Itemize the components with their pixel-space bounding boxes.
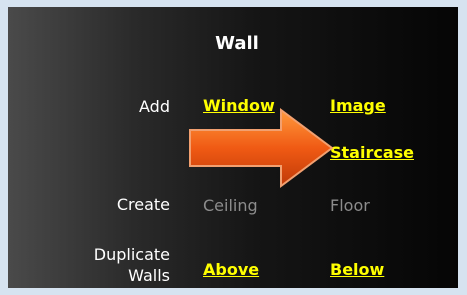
create-row-label: Create: [116, 195, 170, 214]
duplicate-walls-label-line1: Duplicate: [93, 245, 170, 264]
add-image-link[interactable]: Image: [330, 96, 386, 115]
duplicate-above-link[interactable]: Above: [203, 260, 259, 279]
orange-arrow-icon: [189, 108, 334, 188]
wall-panel: Wall Add Window Image D Staircase Create…: [8, 7, 458, 288]
duplicate-walls-label-line2: Walls: [128, 266, 170, 285]
add-staircase-link[interactable]: Staircase: [330, 143, 414, 162]
add-row-label: Add: [139, 97, 170, 116]
duplicate-below-link[interactable]: Below: [330, 260, 384, 279]
panel-title: Wall: [215, 33, 259, 54]
create-ceiling-option: Ceiling: [203, 196, 258, 215]
create-floor-option: Floor: [330, 196, 370, 215]
